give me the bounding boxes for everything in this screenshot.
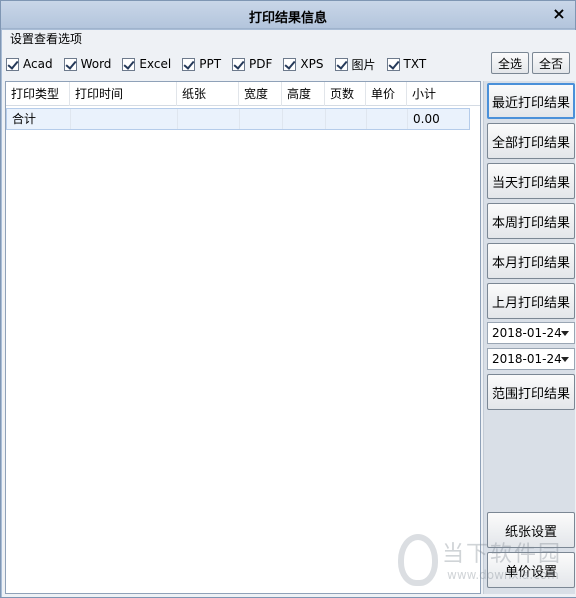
table-cell xyxy=(367,109,408,129)
checkbox-checked-icon[interactable] xyxy=(63,57,77,71)
week-results-button[interactable]: 本周打印结果 xyxy=(487,203,575,239)
table-cell xyxy=(326,109,367,129)
filter-xps-checkbox[interactable]: XPS xyxy=(283,57,324,71)
table-cell: 0.00 xyxy=(413,112,440,126)
filter-word-checkbox[interactable]: Word xyxy=(63,57,112,71)
last-month-results-button[interactable]: 上月打印结果 xyxy=(487,283,575,319)
window-title: 打印结果信息 xyxy=(248,11,327,26)
filter-image-checkbox[interactable]: 图片 xyxy=(334,56,376,73)
checkbox-checked-icon[interactable] xyxy=(334,57,348,71)
filter-pdf-checkbox[interactable]: PDF xyxy=(232,57,272,71)
checkbox-label: XPS xyxy=(300,57,324,71)
select-buttons: 全选 全否 xyxy=(488,52,570,74)
results-table[interactable]: 打印类型 打印时间 纸张 宽度 高度 页数 单价 小计 合计 0.00 xyxy=(5,81,481,594)
action-sidebar: 最近打印结果 全部打印结果 当天打印结果 本周打印结果 本月打印结果 上月打印结… xyxy=(483,81,575,594)
checkbox-label: TXT xyxy=(403,57,427,71)
filter-txt-checkbox[interactable]: TXT xyxy=(386,57,427,71)
checkbox-label: Word xyxy=(80,57,112,71)
close-icon[interactable]: × xyxy=(551,5,567,23)
table-cell xyxy=(283,109,326,129)
date-from-picker[interactable]: 2018-01-24 xyxy=(487,322,575,344)
today-results-button[interactable]: 当天打印结果 xyxy=(487,163,575,199)
checkbox-label: 图片 xyxy=(351,57,376,72)
title-bar[interactable]: 打印结果信息 × xyxy=(1,1,575,29)
checkbox-checked-icon[interactable] xyxy=(6,57,19,71)
table-header: 打印类型 打印时间 纸张 宽度 高度 页数 单价 小计 xyxy=(6,82,480,106)
filter-ppt-checkbox[interactable]: PPT xyxy=(182,57,221,71)
column-header-subtotal[interactable]: 小计 xyxy=(407,82,467,106)
column-header-price[interactable]: 单价 xyxy=(366,82,407,106)
column-header-type[interactable]: 打印类型 xyxy=(6,82,70,106)
print-results-window: 打印结果信息 × 设置查看选项 Acad Word Excel PPT PDF … xyxy=(0,0,576,598)
checkbox-label: PDF xyxy=(249,57,273,71)
table-cell xyxy=(178,109,240,129)
checkbox-label: PPT xyxy=(199,57,222,71)
checkbox-checked-icon[interactable] xyxy=(232,57,246,71)
select-none-button[interactable]: 全否 xyxy=(532,52,570,74)
column-header-height[interactable]: 高度 xyxy=(282,82,325,106)
date-from-value: 2018-01-24 xyxy=(492,326,562,340)
table-cell xyxy=(240,109,283,129)
column-header-time[interactable]: 打印时间 xyxy=(70,82,177,106)
column-header-width[interactable]: 宽度 xyxy=(239,82,282,106)
window-client: 设置查看选项 Acad Word Excel PPT PDF XPS 图片 TX… xyxy=(2,30,576,597)
filter-acad-checkbox[interactable]: Acad xyxy=(6,57,53,71)
recent-results-button[interactable]: 最近打印结果 xyxy=(487,83,575,119)
date-to-picker[interactable]: 2018-01-24 xyxy=(487,348,575,370)
checkbox-checked-icon[interactable] xyxy=(122,57,136,71)
filter-excel-checkbox[interactable]: Excel xyxy=(122,57,171,71)
chevron-down-icon[interactable] xyxy=(561,357,569,362)
select-all-button[interactable]: 全选 xyxy=(491,52,529,74)
filter-checkbox-row: Acad Word Excel PPT PDF XPS 图片 TXT xyxy=(6,54,437,74)
checkbox-checked-icon[interactable] xyxy=(386,57,400,71)
table-row[interactable]: 合计 0.00 xyxy=(6,108,470,130)
table-cell: 合计 xyxy=(7,109,71,129)
options-group-label: 设置查看选项 xyxy=(10,32,83,46)
chevron-down-icon[interactable] xyxy=(561,331,569,336)
column-header-pages[interactable]: 页数 xyxy=(325,82,366,106)
checkbox-checked-icon[interactable] xyxy=(283,57,297,71)
month-results-button[interactable]: 本月打印结果 xyxy=(487,243,575,279)
all-results-button[interactable]: 全部打印结果 xyxy=(487,123,575,159)
checkbox-label: Acad xyxy=(23,57,53,71)
column-header-paper[interactable]: 纸张 xyxy=(177,82,239,106)
date-to-value: 2018-01-24 xyxy=(492,352,562,366)
checkbox-checked-icon[interactable] xyxy=(182,57,196,71)
paper-settings-button[interactable]: 纸张设置 xyxy=(487,512,575,548)
range-results-button[interactable]: 范围打印结果 xyxy=(487,374,575,410)
checkbox-label: Excel xyxy=(139,57,172,71)
table-cell xyxy=(71,109,178,129)
price-settings-button[interactable]: 单价设置 xyxy=(487,552,575,588)
